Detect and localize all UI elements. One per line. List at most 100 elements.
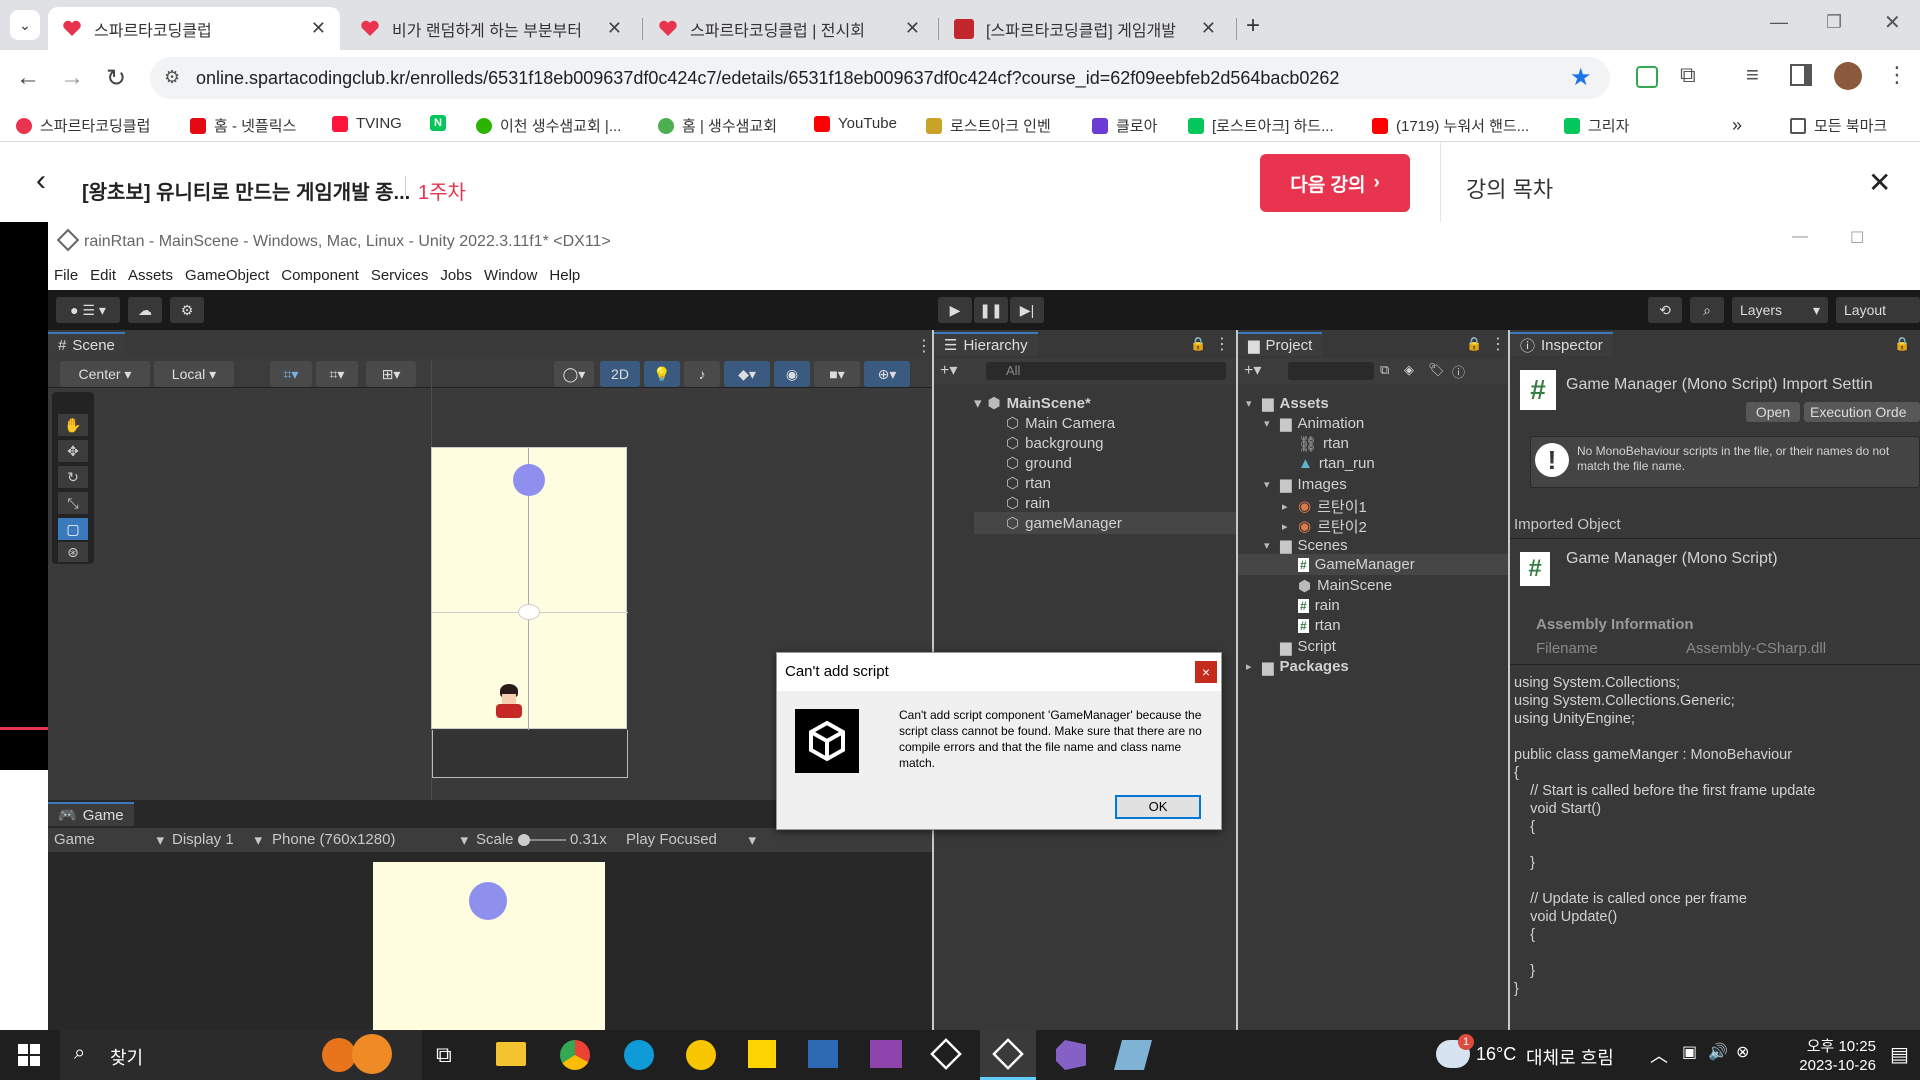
play-focus-dropdown[interactable]: Play Focused ▾: [626, 831, 756, 849]
game-view-dropdown[interactable]: Game ▾: [54, 831, 164, 849]
bookmark-item[interactable]: (1719) 누워서 핸드...: [1372, 115, 1529, 136]
project-tree-item[interactable]: ▸ ▆ Packages: [1246, 658, 1349, 676]
scale-tool-icon[interactable]: ⤡: [58, 492, 88, 514]
project-tree-item[interactable]: ▾ ▆ Assets: [1246, 394, 1329, 413]
bookmark-item[interactable]: 그리자: [1564, 115, 1629, 136]
project-tree-item[interactable]: # GameManager: [1282, 556, 1415, 573]
maximize-icon[interactable]: ☐: [1850, 228, 1864, 248]
menu-gameobject[interactable]: GameObject: [185, 267, 269, 284]
bookmark-item[interactable]: TVING: [332, 115, 402, 132]
display-dropdown[interactable]: Display 1 ▾: [172, 831, 262, 849]
chrome-icon[interactable]: [560, 1040, 590, 1070]
gizmos-icon[interactable]: ⊕▾: [864, 361, 910, 387]
search-input[interactable]: [1288, 362, 1374, 380]
snap-grid-icon[interactable]: ⌗▾: [270, 361, 312, 387]
restore-icon[interactable]: ❐: [1826, 12, 1842, 33]
chevron-down-icon[interactable]: ▾: [1246, 397, 1256, 410]
next-lecture-button[interactable]: 다음 강의 ›: [1260, 154, 1410, 212]
hierarchy-item[interactable]: ⬡ backgroung: [1006, 434, 1104, 453]
filter-type-icon[interactable]: ⧉: [1380, 362, 1389, 378]
clipchamp-icon[interactable]: [870, 1040, 902, 1068]
hierarchy-item[interactable]: ⬡ rain: [1006, 494, 1050, 513]
tab-inspector[interactable]: ⓘ Inspector: [1510, 332, 1613, 356]
project-tree-item[interactable]: ⛓ rtan: [1282, 435, 1349, 453]
camera-icon[interactable]: ■▾: [814, 361, 860, 387]
all-bookmarks-button[interactable]: 모든 북마크: [1790, 115, 1887, 136]
volume-icon[interactable]: 🔊: [1708, 1042, 1728, 1062]
chevron-up-icon[interactable]: ︿: [1650, 1042, 1668, 1068]
rect-tool-icon[interactable]: ▢: [58, 518, 88, 540]
increment-snap-icon[interactable]: ⊞▾: [366, 361, 416, 387]
filter-label-icon[interactable]: ◈: [1404, 362, 1414, 378]
minimize-icon[interactable]: —: [1770, 12, 1788, 33]
bookmark-item[interactable]: 로스트아크 인벤: [926, 115, 1051, 136]
project-tree-item[interactable]: ⬢ MainScene: [1282, 577, 1392, 595]
search-icon[interactable]: ⌕: [1690, 297, 1724, 323]
menu-file[interactable]: File: [54, 267, 78, 284]
rtan-character-sprite[interactable]: [492, 684, 528, 724]
close-icon[interactable]: ✕: [1201, 18, 1216, 39]
unity-hub-icon[interactable]: [930, 1038, 962, 1070]
bookmark-item[interactable]: 클로아: [1092, 115, 1157, 136]
bookmark-item[interactable]: 스파르타코딩클럽: [16, 115, 150, 136]
edge-icon[interactable]: [624, 1040, 654, 1070]
bookmark-item[interactable]: 홈 - 넷플릭스: [190, 115, 296, 136]
menu-help[interactable]: Help: [549, 267, 580, 284]
2d-toggle-button[interactable]: 2D: [600, 361, 640, 387]
visual-studio-icon[interactable]: [1056, 1040, 1086, 1070]
browser-tab-3[interactable]: 스파르타코딩클럽 | 전시회 ✕: [644, 7, 934, 50]
ok-button[interactable]: OK: [1115, 795, 1201, 819]
minimize-icon[interactable]: —: [1792, 228, 1808, 246]
slider-thumb[interactable]: [518, 834, 530, 846]
file-explorer-icon[interactable]: [496, 1042, 526, 1066]
unity-editor-taskbar-button[interactable]: [980, 1030, 1036, 1080]
open-button[interactable]: Open: [1746, 402, 1800, 422]
tag-icon[interactable]: 🏷: [1428, 362, 1445, 378]
move-tool-icon[interactable]: ✥: [58, 440, 88, 462]
collab-icon[interactable]: ⚙: [170, 297, 204, 323]
project-tree-item[interactable]: ▾ ▆ Animation: [1264, 414, 1364, 433]
space-dropdown[interactable]: Local ▾: [154, 361, 234, 387]
close-icon[interactable]: ✕: [311, 18, 326, 39]
chevron-down-icon[interactable]: ▸: [1246, 660, 1256, 673]
bookmark-item[interactable]: N: [430, 115, 454, 131]
back-arrow-icon[interactable]: ←: [16, 64, 40, 92]
notifications-icon[interactable]: ▤: [1890, 1042, 1909, 1067]
tab-game[interactable]: 🎮 Game: [48, 802, 134, 826]
menu-assets[interactable]: Assets: [128, 267, 173, 284]
forward-arrow-icon[interactable]: →: [60, 64, 84, 92]
extensions-puzzle-icon[interactable]: ⧉: [1680, 62, 1696, 88]
execution-order-button[interactable]: Execution Orde: [1804, 402, 1920, 422]
project-tree-item[interactable]: ▸ ◉ 르탄이2: [1282, 516, 1367, 537]
rain-drop-sprite[interactable]: [513, 464, 545, 496]
lock-icon[interactable]: 🔒: [1190, 336, 1206, 352]
layers-dropdown[interactable]: Layers ▾: [1732, 297, 1828, 323]
tab-search-button[interactable]: ⌄: [10, 10, 40, 40]
project-tree-item[interactable]: # rain: [1282, 597, 1340, 614]
pause-icon[interactable]: ❚❚: [974, 297, 1008, 323]
side-panel-icon[interactable]: [1790, 64, 1812, 86]
hierarchy-item[interactable]: ⬡ gameManager: [1006, 514, 1122, 533]
menu-services[interactable]: Services: [371, 267, 429, 284]
layout-dropdown[interactable]: Layout: [1836, 297, 1920, 323]
menu-window[interactable]: Window: [484, 267, 537, 284]
play-icon[interactable]: ▶: [938, 297, 972, 323]
audio-icon[interactable]: ♪: [684, 361, 720, 387]
lock-icon[interactable]: 🔒: [1466, 336, 1482, 352]
add-icon[interactable]: +▾: [940, 360, 957, 380]
shading-mode-icon[interactable]: ◯▾: [554, 361, 594, 387]
new-tab-plus-icon[interactable]: +: [1246, 12, 1260, 40]
account-button[interactable]: ● ☰ ▾: [56, 297, 120, 323]
tab-scene[interactable]: # Scene: [48, 332, 125, 356]
site-settings-icon[interactable]: ⚙: [164, 67, 180, 88]
bookmark-item[interactable]: YouTube: [814, 115, 897, 132]
browser-tab-1[interactable]: 스파르타코딩클럽 ✕: [48, 7, 340, 50]
chevron-spacer[interactable]: ▸: [1282, 520, 1292, 533]
grid-snap-icon[interactable]: ⌗▾: [316, 361, 358, 387]
bookmark-star-icon[interactable]: ★: [1570, 63, 1592, 92]
media-player-icon[interactable]: [686, 1040, 716, 1070]
browser-tab-4[interactable]: [스파르타코딩클럽] 게임개발 ✕: [940, 7, 1230, 50]
lock-icon[interactable]: 🔒: [1894, 336, 1910, 352]
kebab-menu-icon[interactable]: ⋮: [1490, 334, 1506, 354]
kebab-menu-icon[interactable]: ⋮: [916, 336, 932, 356]
